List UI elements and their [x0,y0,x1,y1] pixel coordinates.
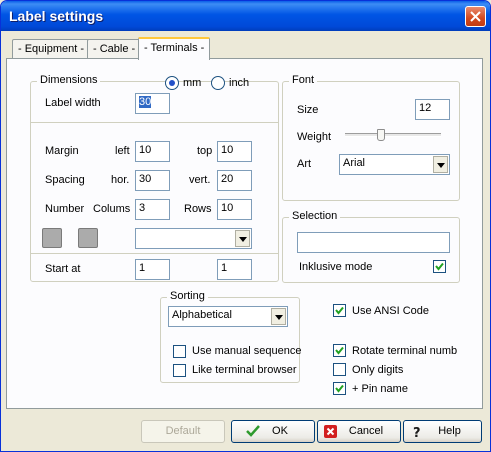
help-icon: ? [413,426,421,439]
chevron-down-icon [437,163,445,168]
rotate-terminal-checkbox[interactable] [333,344,346,357]
margin-left-label: left [115,145,130,157]
columns-label: Colums [93,203,131,215]
label-width-label: Label width [45,97,101,109]
font-title: Font [289,74,318,86]
tab-cable[interactable]: - Cable - [87,39,142,59]
unit-inch-label: inch [229,77,250,89]
title-bar: Label settings [1,1,490,31]
preset-button-1[interactable] [42,228,62,248]
selection-title: Selection [289,210,341,222]
separator [31,122,278,123]
checkmark-icon [246,425,260,437]
checkmark-icon [435,262,444,271]
columns-input[interactable]: 3 [135,199,170,220]
weight-slider-track[interactable] [345,133,441,137]
start-at-label: Start at [45,263,81,275]
terminals-panel: Dimensions mm inch Label width 30 Margin… [6,58,483,409]
checkmark-icon [335,346,344,355]
spacing-hor-label: hor. [111,174,130,186]
close-icon [470,11,481,22]
start-at-input-2[interactable]: 1 [217,259,252,280]
preset-select[interactable] [135,228,252,249]
only-digits-label: Only digits [352,364,404,376]
default-button[interactable]: Default [141,420,225,443]
art-label: Art [297,158,312,170]
margin-top-input[interactable]: 10 [217,141,252,162]
checkmark-icon [335,384,344,393]
weight-slider-thumb[interactable] [377,129,386,141]
selection-group: Selection Inklusive mode [282,210,460,283]
sorting-dropdown-button[interactable] [271,308,286,325]
font-art-dropdown-button[interactable] [433,156,448,173]
tab-terminals[interactable]: - Terminals - [138,37,211,60]
spacing-vert-input[interactable]: 20 [217,170,252,191]
sorting-select[interactable]: Alphabetical [168,306,288,327]
terminal-browser-label: Like terminal browser [192,364,297,376]
ansi-code-checkbox[interactable] [333,304,346,317]
margin-label: Margin [45,145,79,157]
ok-button-label: OK [272,425,288,437]
help-button[interactable]: ? Help [403,420,482,443]
number-label: Number [45,203,85,215]
font-art-value: Arial [343,157,366,169]
cancel-button-label: Cancel [348,425,384,437]
ansi-code-label: Use ANSI Code [352,305,430,317]
font-group: Font Size 12 Weight Art Arial [282,74,460,201]
manual-sequence-label: Use manual sequence [192,345,302,357]
chevron-down-icon [239,237,247,242]
cancel-button[interactable]: Cancel [317,420,401,443]
label-settings-dialog: Label settings - Equipment - - Cable - -… [0,0,491,452]
default-button-label: Default [165,425,201,437]
sorting-title: Sorting [167,290,208,302]
sorting-group: Sorting Alphabetical Use manual sequence… [160,290,302,383]
window-title: Label settings [9,8,104,24]
ok-button[interactable]: OK [231,420,315,443]
rows-label: Rows [184,203,212,215]
svg-text:?: ? [413,426,421,439]
unit-inch-radio[interactable] [211,76,225,90]
terminal-browser-checkbox[interactable] [173,364,186,377]
checkmark-icon [335,306,344,315]
dimensions-group: Dimensions mm inch Label width 30 Margin… [30,74,279,282]
unit-mm-label: mm [183,77,202,89]
rotate-terminal-label: Rotate terminal numb [352,345,458,357]
spacing-vert-label: vert. [189,174,211,186]
only-digits-checkbox[interactable] [333,363,346,376]
spacing-label: Spacing [45,174,85,186]
chevron-down-icon [275,315,283,320]
font-size-input[interactable]: 12 [415,99,450,120]
rows-input[interactable]: 10 [217,199,252,220]
margin-left-input[interactable]: 10 [135,141,170,162]
margin-top-label: top [197,145,213,157]
inclusive-mode-label: Inklusive mode [299,261,373,273]
cancel-icon [324,425,337,438]
start-at-input-1[interactable]: 1 [135,259,170,280]
sorting-value: Alphabetical [172,309,232,321]
size-label: Size [297,104,319,116]
help-button-label: Help [438,425,461,437]
close-button[interactable] [465,6,486,27]
selection-input[interactable] [297,232,450,253]
separator [31,253,278,254]
manual-sequence-checkbox[interactable] [173,345,186,358]
preset-button-2[interactable] [78,228,98,248]
weight-label: Weight [297,131,332,143]
pin-name-label: + Pin name [352,383,408,395]
label-width-input[interactable]: 30 [135,93,170,114]
inclusive-mode-checkbox[interactable] [433,260,446,273]
pin-name-checkbox[interactable] [333,382,346,395]
dimensions-title: Dimensions [37,74,101,86]
unit-mm-radio[interactable] [165,76,179,90]
preset-dropdown-button[interactable] [235,230,250,247]
spacing-hor-input[interactable]: 30 [135,170,170,191]
tab-equipment[interactable]: - Equipment - [12,39,91,59]
font-art-select[interactable]: Arial [339,154,450,175]
